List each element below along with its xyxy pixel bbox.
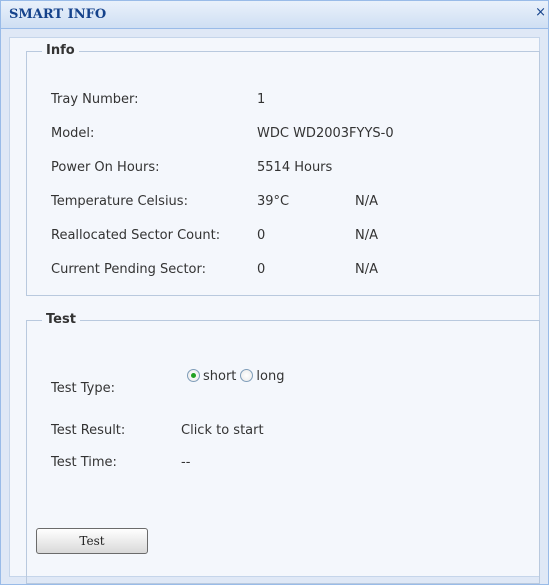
power-on-hours-value: 5514 Hours [257,160,333,175]
reallocated-sector-count-value: 0 [257,228,266,243]
temperature-label: Temperature Celsius: [51,194,188,209]
temperature-status: N/A [355,194,378,209]
test-button[interactable]: Test [36,528,148,554]
test-legend: Test [42,311,80,329]
short-radio-label[interactable]: short [203,369,236,384]
smart-info-window: SMART INFO × Info Tray Number: 1 Model: … [0,0,549,585]
temperature-value: 39°C [257,194,290,209]
window-body: Info Tray Number: 1 Model: WDC WD2003FYY… [9,37,540,584]
tray-number-value: 1 [257,92,266,107]
test-result-label: Test Result: [51,423,126,438]
current-pending-sector-label: Current Pending Sector: [51,262,207,277]
info-group: Info Tray Number: 1 Model: WDC WD2003FYY… [26,42,540,296]
long-radio-label[interactable]: long [256,369,284,384]
reallocated-sector-count-label: Reallocated Sector Count: [51,228,221,243]
test-time-value: -- [181,455,191,470]
window-title: SMART INFO [9,7,107,22]
model-label: Model: [51,126,95,141]
power-on-hours-label: Power On Hours: [51,160,160,175]
test-time-label: Test Time: [51,455,117,470]
long-radio[interactable] [240,369,254,382]
test-result-value: Click to start [181,423,264,438]
info-legend: Info [42,42,79,60]
close-icon[interactable]: × [534,5,546,21]
model-value: WDC WD2003FYYS-0 [257,126,394,141]
current-pending-sector-value: 0 [257,262,266,277]
reallocated-sector-count-status: N/A [355,228,378,243]
current-pending-sector-status: N/A [355,262,378,277]
tray-number-label: Tray Number: [51,92,139,107]
window-titlebar: SMART INFO × [1,1,548,29]
short-radio[interactable] [187,369,200,382]
test-type-label: Test Type: [51,381,115,396]
test-type-radio-group: short long [187,365,288,389]
